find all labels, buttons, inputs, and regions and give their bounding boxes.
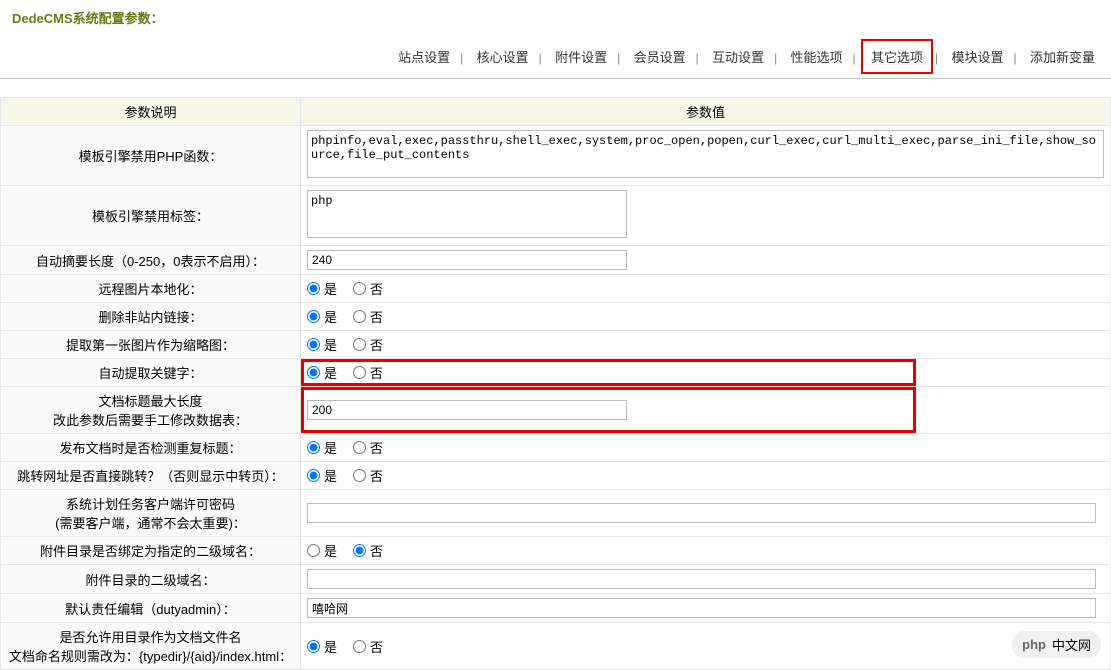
tab-member[interactable]: 会员设置 — [626, 41, 694, 72]
th-param-value: 参数值 — [301, 98, 1111, 126]
label-jump-direct: 跳转网址是否直接跳转？（否则显示中转页）： — [1, 462, 301, 490]
tab-add-var[interactable]: 添加新变量 — [1022, 41, 1103, 72]
radio-auto-kw-no[interactable] — [353, 366, 366, 379]
radio-jump-yes[interactable] — [307, 469, 320, 482]
input-attach-domain[interactable] — [307, 569, 1096, 589]
table-row: 附件目录是否绑定为指定的二级域名： 是 否 — [1, 537, 1111, 565]
radio-remote-img-yes[interactable] — [307, 282, 320, 295]
table-row: 跳转网址是否直接跳转？（否则显示中转页）： 是 否 — [1, 462, 1111, 490]
tab-core[interactable]: 核心设置 — [469, 41, 537, 72]
php-logo-icon: php — [1022, 637, 1046, 652]
tab-module[interactable]: 模块设置 — [944, 41, 1012, 72]
table-row: 发布文档时是否检测重复标题： 是 否 — [1, 434, 1111, 462]
radio-first-img-no[interactable] — [353, 338, 366, 351]
label-check-dup: 发布文档时是否检测重复标题： — [1, 434, 301, 462]
table-row: 自动提取关键字： 是 否 — [1, 359, 1111, 387]
label-use-dir: 是否允许用目录作为文档文件名 文档命名规则需改为：{typedir}/{aid}… — [1, 623, 301, 670]
tabs-bar: 站点设置| 核心设置| 附件设置| 会员设置| 互动设置| 性能选项| 其它选项… — [0, 35, 1111, 79]
table-row: 模板引擎禁用标签： — [1, 186, 1111, 246]
table-row: 删除非站内链接： 是 否 — [1, 303, 1111, 331]
radio-use-dir-yes[interactable] — [307, 640, 320, 653]
th-param-desc: 参数说明 — [1, 98, 301, 126]
label-auto-keywords: 自动提取关键字： — [1, 359, 301, 387]
radio-del-links-yes[interactable] — [307, 310, 320, 323]
table-row: 系统计划任务客户端许可密码 (需要客户端，通常不会太重要)： — [1, 490, 1111, 537]
logo-badge: php 中文网 — [1012, 631, 1101, 658]
input-tag-forbid[interactable] — [307, 190, 627, 238]
table-row: 模板引擎禁用PHP函数： — [1, 126, 1111, 186]
radio-auto-kw-yes[interactable] — [307, 366, 320, 379]
input-sys-plan[interactable] — [307, 503, 1096, 523]
tab-site[interactable]: 站点设置 — [390, 41, 458, 72]
input-default-editor[interactable] — [307, 598, 1096, 618]
radio-first-img-yes[interactable] — [307, 338, 320, 351]
label-summary-len: 自动摘要长度（0-250，0表示不启用）： — [1, 246, 301, 275]
label-attach-domain: 附件目录的二级域名： — [1, 565, 301, 594]
logo-text: 中文网 — [1052, 635, 1091, 654]
label-php-forbid: 模板引擎禁用PHP函数： — [1, 126, 301, 186]
table-row: 自动摘要长度（0-250，0表示不启用）： — [1, 246, 1111, 275]
label-sys-plan: 系统计划任务客户端许可密码 (需要客户端，通常不会太重要)： — [1, 490, 301, 537]
tab-interact[interactable]: 互动设置 — [704, 41, 772, 72]
label-tag-forbid: 模板引擎禁用标签： — [1, 186, 301, 246]
radio-attach-bind-no[interactable] — [353, 544, 366, 557]
table-row: 附件目录的二级域名： — [1, 565, 1111, 594]
tab-attachment[interactable]: 附件设置 — [547, 41, 615, 72]
table-row: 是否允许用目录作为文档文件名 文档命名规则需改为：{typedir}/{aid}… — [1, 623, 1111, 670]
table-row: 默认责任编辑（dutyadmin）： — [1, 594, 1111, 623]
tab-performance[interactable]: 性能选项 — [783, 41, 851, 72]
label-attach-bind: 附件目录是否绑定为指定的二级域名： — [1, 537, 301, 565]
radio-jump-no[interactable] — [353, 469, 366, 482]
radio-del-links-no[interactable] — [353, 310, 366, 323]
label-remote-img: 远程图片本地化： — [1, 275, 301, 303]
table-row: 文档标题最大长度 改此参数后需要手工修改数据表： — [1, 387, 1111, 434]
label-del-links: 删除非站内链接： — [1, 303, 301, 331]
table-row: 提取第一张图片作为缩略图： 是 否 — [1, 331, 1111, 359]
input-summary-len[interactable] — [307, 250, 627, 270]
table-row: 远程图片本地化： 是 否 — [1, 275, 1111, 303]
radio-check-dup-yes[interactable] — [307, 441, 320, 454]
page-title: DedeCMS系统配置参数： — [12, 11, 164, 26]
tab-other[interactable]: 其它选项 — [861, 39, 933, 74]
settings-table: 参数说明 参数值 模板引擎禁用PHP函数： 模板引擎禁用标签： 自动摘要长度（0… — [0, 97, 1111, 670]
label-default-editor: 默认责任编辑（dutyadmin）： — [1, 594, 301, 623]
input-title-len[interactable] — [307, 400, 627, 420]
input-php-forbid[interactable] — [307, 130, 1104, 178]
label-first-img: 提取第一张图片作为缩略图： — [1, 331, 301, 359]
radio-remote-img-no[interactable] — [353, 282, 366, 295]
label-title-len: 文档标题最大长度 改此参数后需要手工修改数据表： — [1, 387, 301, 434]
radio-attach-bind-yes[interactable] — [307, 544, 320, 557]
radio-use-dir-no[interactable] — [353, 640, 366, 653]
radio-check-dup-no[interactable] — [353, 441, 366, 454]
table-header-row: 参数说明 参数值 — [1, 98, 1111, 126]
